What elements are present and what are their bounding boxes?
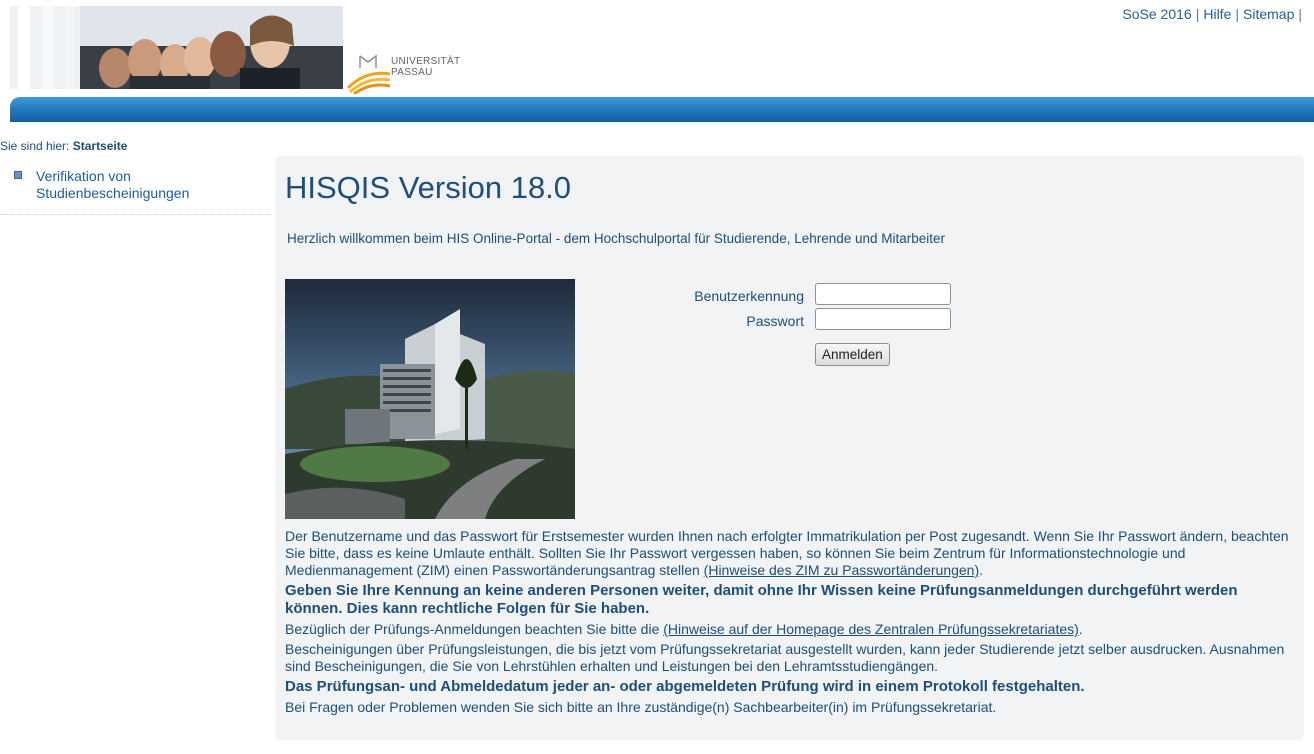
university-passau-logo[interactable]: UNIVERSITÄT PASSAU [346,50,506,96]
info-text: Der Benutzername und das Passwort für Er… [285,528,1299,719]
semester-link[interactable]: SoSe 2016 [1122,6,1191,22]
p1-end: . [979,562,984,578]
breadcrumb-prefix: Sie sind hier: [0,139,70,153]
welcome-text: Herzlich willkommen beim HIS Online-Port… [287,231,946,246]
university-logo-icon [346,54,391,96]
nav-separator: | [1195,6,1200,22]
info-paragraph-protocol: Das Prüfungsan- und Abmeldedatum jeder a… [285,678,1085,695]
sidebar: Verifikation von Studienbescheinigungen [0,166,270,215]
logo-text: UNIVERSITÄT PASSAU [391,56,460,78]
zim-password-link[interactable]: (Hinweise des ZIM zu Passwortänderungen) [704,562,979,578]
sidebar-item-label-line1: Verifikation von [36,168,131,184]
breadcrumb: Sie sind hier: Startseite [0,139,127,153]
breadcrumb-current: Startseite [72,139,128,153]
login-form: Benutzerkennung Passwort Anmelden [670,283,970,366]
p3-end: . [1078,621,1083,637]
info-paragraph-password: Der Benutzername und das Passwort für Er… [285,528,1299,579]
password-input[interactable] [815,308,951,330]
top-nav: SoSe 2016 | Hilfe | Sitemap | [1122,6,1306,22]
info-paragraph-exam-registration: Bezüglich der Prüfungs-Anmeldungen beach… [285,621,1299,638]
help-link[interactable]: Hilfe [1203,6,1231,22]
nav-separator: | [1298,6,1302,22]
bullet-icon [14,171,22,179]
password-row: Passwort [670,308,970,333]
info-paragraph-contact: Bei Fragen oder Problemen wenden Sie sic… [285,699,997,715]
main-nav-bar [10,97,1314,122]
header-banner-photo [10,6,343,89]
sidebar-item-verifikation[interactable]: Verifikation von Studienbescheinigungen [0,166,270,215]
exam-office-link[interactable]: (Hinweise auf der Homepage des Zentralen… [663,621,1079,637]
username-input[interactable] [815,283,951,305]
sitemap-link[interactable]: Sitemap [1243,6,1294,22]
nav-separator: | [1235,6,1239,22]
campus-photo [285,279,575,519]
username-row: Benutzerkennung [670,283,970,308]
p3-text: Bezüglich der Prüfungs-Anmeldungen beach… [285,621,664,637]
page-title: HISQIS Version 18.0 [285,170,572,205]
logo-line1: UNIVERSITÄT [391,56,461,67]
info-paragraph-certificates: Bescheinigungen über Prüfungsleistungen,… [285,641,1285,674]
main-content-panel: HISQIS Version 18.0 Herzlich willkommen … [275,156,1304,740]
password-label: Passwort [746,313,804,329]
logo-line2: PASSAU [391,67,433,78]
info-paragraph-warning: Geben Sie Ihre Kennung an keine anderen … [285,582,1238,617]
username-label: Benutzerkennung [694,288,804,304]
sidebar-item-label-line2: Studienbescheinigungen [36,185,190,201]
login-button[interactable]: Anmelden [815,343,890,366]
